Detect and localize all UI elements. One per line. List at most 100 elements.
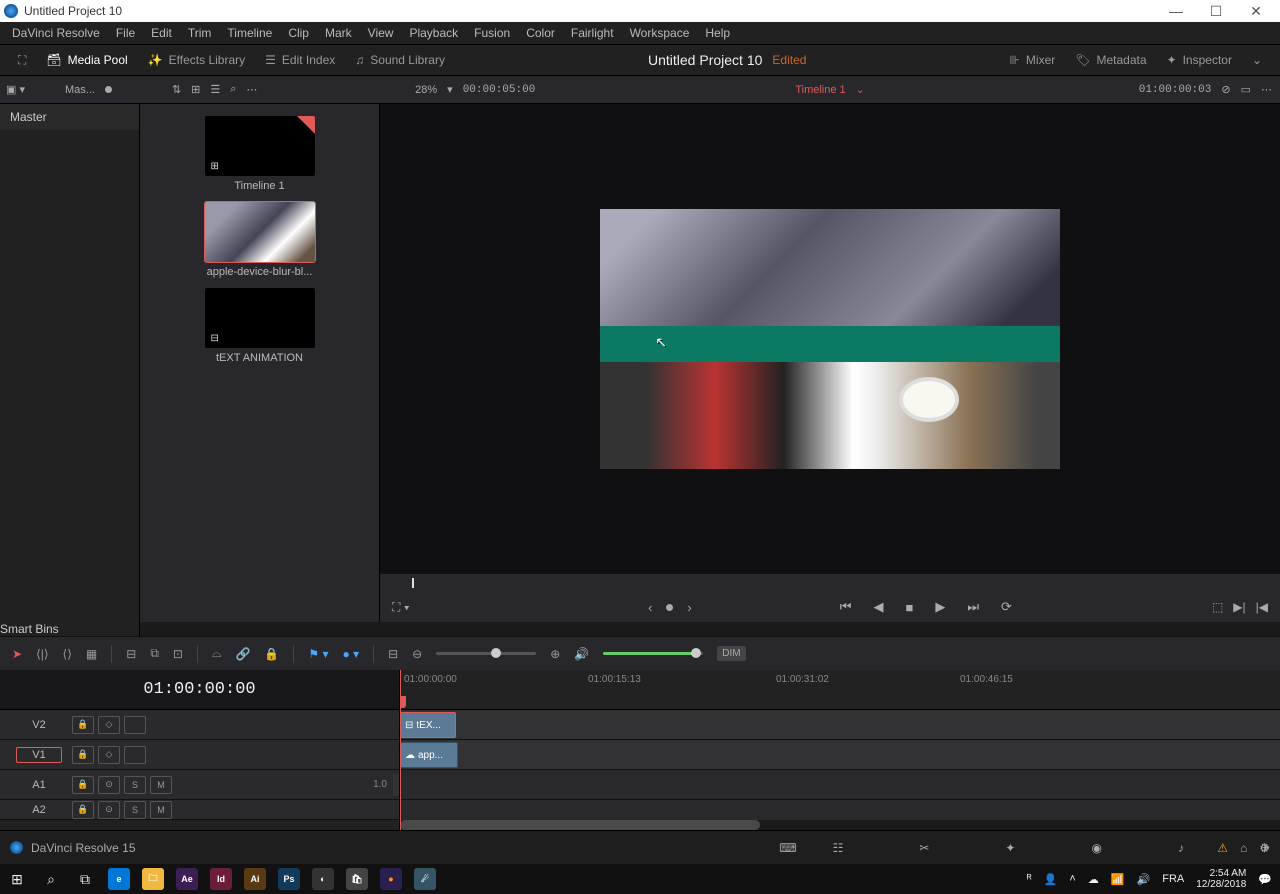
menu-file[interactable]: File (108, 26, 143, 40)
timeline-body[interactable]: 01:00:00:00 01:00:15:13 01:00:31:02 01:0… (400, 670, 1280, 830)
disable-icon[interactable] (124, 746, 146, 764)
taskbar-app[interactable]: ● (374, 864, 408, 894)
solo-button[interactable]: S (124, 776, 146, 794)
track-row-v1[interactable]: ☁app... (400, 740, 1280, 770)
language-indicator[interactable]: FRA (1162, 873, 1184, 885)
viewer-options-icon[interactable]: ⋯ (1261, 83, 1272, 96)
arrow-tool-icon[interactable]: ➤ (12, 647, 22, 661)
people-icon[interactable]: 👤 (1044, 873, 1058, 886)
track-v1[interactable]: V1 🔒◇ (0, 740, 399, 770)
taskbar-app[interactable]: Ae (170, 864, 204, 894)
close-button[interactable]: ✕ (1236, 3, 1276, 20)
sound-library-button[interactable]: ♫ Sound Library (345, 45, 455, 75)
append-icon[interactable]: ⊟ (126, 647, 136, 661)
scrub-bar[interactable] (380, 574, 1280, 592)
settings-icon[interactable]: ⚙ (1259, 841, 1270, 855)
bypass-icon[interactable]: ⊘ (1221, 83, 1230, 96)
media-pool-button[interactable]: 🗃 Media Pool (36, 45, 137, 75)
taskbar-app[interactable]: Id (204, 864, 238, 894)
edit-page-icon[interactable]: ✂ (919, 841, 929, 855)
volume-slider[interactable] (603, 652, 703, 655)
taskbar-app[interactable]: 🛍 (340, 864, 374, 894)
zoom-level[interactable]: 28% (415, 84, 437, 96)
blade-tool-icon[interactable]: ⟨|⟩ (36, 647, 48, 661)
preview-frame[interactable]: ↖ (600, 209, 1060, 469)
loop-icon[interactable]: ⟳ (993, 599, 1020, 615)
task-view-icon[interactable]: ⧉ (68, 864, 102, 894)
track-a2[interactable]: A2 🔒⊙SM (0, 800, 399, 820)
menu-playback[interactable]: Playback (401, 26, 466, 40)
menu-view[interactable]: View (360, 26, 402, 40)
chevron-down-icon[interactable]: ⌄ (1242, 45, 1272, 75)
mixer-button[interactable]: ⊪Mixer (999, 45, 1065, 75)
disable-icon[interactable] (124, 716, 146, 734)
fusion-page-icon[interactable]: ✦ (1005, 841, 1015, 855)
grid-view-icon[interactable]: ⊞ (191, 83, 200, 96)
track-row-v2[interactable]: ⊟tEX... (400, 710, 1280, 740)
taskbar-app[interactable]: e (102, 864, 136, 894)
menu-trim[interactable]: Trim (180, 26, 220, 40)
zoom-slider[interactable] (436, 652, 536, 655)
skip-forward-icon[interactable]: ⏭ (959, 599, 987, 615)
auto-icon[interactable]: ◇ (98, 716, 120, 734)
timeline-selector[interactable]: Timeline 1 (795, 84, 845, 96)
layout-icon[interactable]: ▣ ▾ (6, 83, 25, 96)
go-in-icon[interactable]: ▶| (1233, 600, 1245, 614)
wifi-icon[interactable]: 📶 (1111, 873, 1125, 886)
media-item-timeline[interactable]: ⊞ Timeline 1 (205, 116, 315, 192)
menu-fairlight[interactable]: Fairlight (563, 26, 622, 40)
search-icon[interactable]: ⌕ (34, 864, 68, 894)
media-page-icon[interactable]: ☷ (833, 841, 844, 855)
sort-icon[interactable]: ⇅ (172, 83, 181, 96)
track-a1[interactable]: A1 🔒⊙SM 1.0 (0, 770, 399, 800)
timeline-ruler[interactable]: 01:00:00:00 01:00:15:13 01:00:31:02 01:0… (400, 670, 1280, 710)
taskbar-clock[interactable]: 2:54 AM 12/28/2018 (1196, 868, 1246, 890)
zoom-in-icon[interactable]: ⊕ (550, 647, 560, 661)
next-icon[interactable]: › (679, 600, 699, 615)
menu-help[interactable]: Help (697, 26, 738, 40)
clip-text-animation[interactable]: ⊟tEX... (400, 712, 456, 738)
media-item-comp[interactable]: ⊟ tEXT ANIMATION (205, 288, 315, 364)
play-reverse-icon[interactable]: ◀ (865, 599, 891, 615)
minimize-button[interactable]: — (1156, 3, 1196, 19)
arm-icon[interactable]: ⊙ (98, 776, 120, 794)
maximize-button[interactable]: ☐ (1196, 3, 1236, 20)
lock-icon[interactable]: 🔒 (264, 647, 279, 661)
single-viewer-icon[interactable]: ▭ (1241, 83, 1251, 96)
prev-icon[interactable]: ‹ (640, 600, 660, 615)
in-out-icon[interactable]: ⬚ (1212, 600, 1223, 614)
menu-davinci[interactable]: DaVinci Resolve (4, 26, 108, 40)
tray-chevron-icon[interactable]: ˄ (1069, 873, 1075, 885)
snap-icon[interactable]: ⊟ (388, 647, 398, 661)
volume-icon[interactable]: 🔊 (1137, 873, 1151, 886)
menu-clip[interactable]: Clip (280, 26, 317, 40)
options-icon[interactable]: ⋯ (246, 83, 257, 96)
timeline-timecode[interactable]: 01:00:00:00 (0, 670, 399, 710)
mute-button[interactable]: M (150, 776, 172, 794)
lock-icon[interactable]: 🔒 (72, 776, 94, 794)
inspector-button[interactable]: ✦Inspector (1157, 45, 1242, 75)
fairlight-page-icon[interactable]: ♪ (1178, 841, 1184, 855)
menu-fusion[interactable]: Fusion (466, 26, 518, 40)
taskbar-app[interactable]: 🗀 (136, 864, 170, 894)
menu-edit[interactable]: Edit (143, 26, 180, 40)
smart-bins[interactable]: Smart Bins (0, 622, 140, 636)
insert-icon[interactable]: ▦ (86, 647, 97, 661)
retime-icon[interactable]: ⌓ (212, 646, 222, 661)
play-icon[interactable]: ▶ (927, 599, 953, 615)
tray-up-icon[interactable]: ᴿ (1027, 873, 1032, 885)
media-item-clip[interactable]: apple-device-blur-bl... (205, 202, 315, 278)
keyboard-icon[interactable]: ⌨ (779, 841, 796, 855)
timeline-scrollbar[interactable] (400, 820, 1280, 830)
lock-icon[interactable]: 🔒 (72, 716, 94, 734)
auto-icon[interactable]: ◇ (98, 746, 120, 764)
dim-button[interactable]: DIM (717, 646, 745, 661)
edit-index-button[interactable]: ☰ Edit Index (255, 45, 345, 75)
skip-back-icon[interactable]: ⏮ (832, 599, 860, 615)
ripple-icon[interactable]: ⧉ (150, 646, 159, 661)
match-frame-icon[interactable]: ⛶ ▾ (392, 600, 410, 615)
replace-icon[interactable]: ⊡ (173, 647, 183, 661)
menu-timeline[interactable]: Timeline (219, 26, 280, 40)
taskbar-app[interactable]: ◐ (306, 864, 340, 894)
jog-dot[interactable] (666, 604, 673, 611)
